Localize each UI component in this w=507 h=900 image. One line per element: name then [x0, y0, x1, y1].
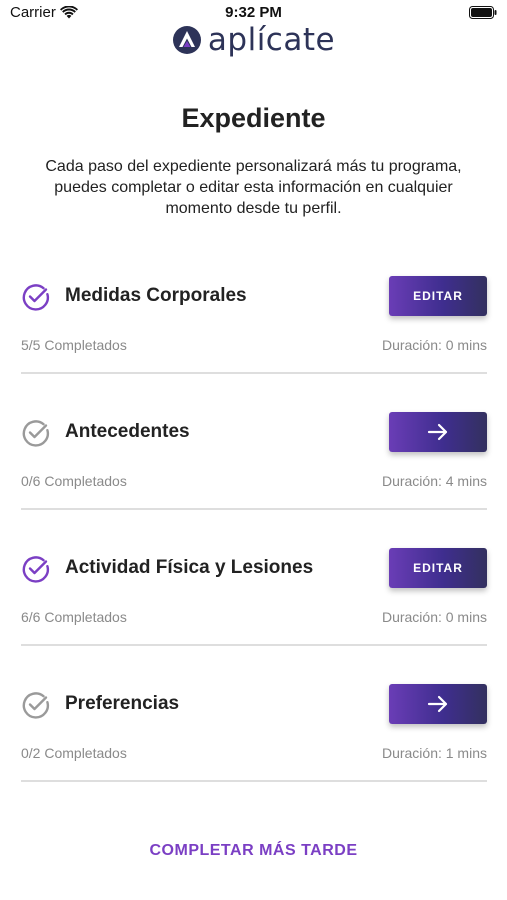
divider — [21, 508, 487, 510]
edit-button[interactable]: EDITAR — [389, 548, 487, 588]
step-antecedentes: Antecedentes 0/6 Completados Duración: 4… — [21, 412, 487, 512]
step-medidas-corporales: Medidas Corporales EDITAR 5/5 Completado… — [21, 276, 487, 376]
page-description: Cada paso del expediente personalizará m… — [45, 158, 462, 217]
app-logo: aplícate — [0, 22, 507, 58]
edit-button-label: EDITAR — [413, 289, 463, 303]
step-progress: 0/2 Completados — [21, 745, 127, 761]
divider — [21, 372, 487, 374]
edit-button-label: EDITAR — [413, 561, 463, 575]
check-circle-icon — [22, 692, 50, 719]
step-preferencias: Preferencias 0/2 Completados Duración: 1… — [21, 684, 487, 784]
page-title: Expediente — [181, 103, 326, 133]
step-title: Medidas Corporales — [65, 285, 247, 306]
step-actividad-fisica: Actividad Física y Lesiones EDITAR 6/6 C… — [21, 548, 487, 648]
step-progress: 0/6 Completados — [21, 473, 127, 489]
step-progress: 5/5 Completados — [21, 337, 127, 353]
step-title: Actividad Física y Lesiones — [65, 557, 314, 578]
check-circle-icon — [22, 420, 50, 447]
step-title: Antecedentes — [65, 421, 190, 442]
step-duration: Duración: 1 mins — [381, 745, 487, 761]
edit-button[interactable]: EDITAR — [389, 276, 487, 316]
start-step-button[interactable] — [389, 412, 487, 452]
battery-icon — [469, 6, 497, 19]
check-circle-icon — [22, 556, 50, 583]
aplicate-logo-icon — [172, 26, 201, 54]
arrow-right-icon — [427, 695, 448, 713]
divider — [21, 644, 487, 646]
complete-later-link[interactable]: COMPLETAR MÁS TARDE — [0, 842, 507, 860]
step-duration: Duración: 0 mins — [381, 609, 487, 625]
check-circle-icon — [22, 284, 50, 311]
step-duration: Duración: 0 mins — [381, 337, 487, 353]
arrow-right-icon — [427, 423, 448, 441]
start-step-button[interactable] — [389, 684, 487, 724]
divider — [21, 780, 487, 782]
step-duration: Duración: 4 mins — [381, 473, 487, 489]
step-title: Preferencias — [65, 693, 180, 714]
status-time: 9:32 PM — [225, 4, 282, 21]
step-progress: 6/6 Completados — [21, 609, 127, 625]
logo-text: aplícate — [207, 22, 336, 58]
